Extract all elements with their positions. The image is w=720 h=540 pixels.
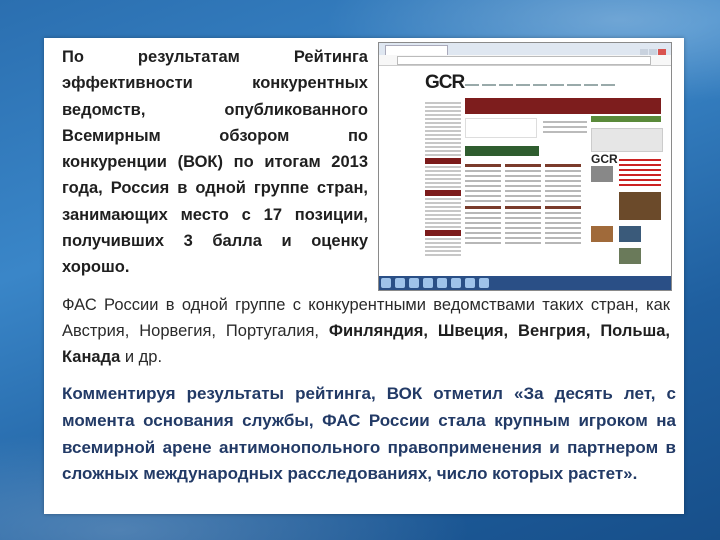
- ad-banner: [465, 118, 537, 138]
- browser-tabbar: [379, 43, 671, 57]
- address-field: [397, 56, 651, 65]
- right-image: [591, 128, 663, 152]
- article-column-1: [465, 160, 501, 247]
- thumbnail-image: [591, 166, 613, 182]
- top-navigation: [465, 73, 661, 86]
- thumbnail-image: [619, 226, 641, 242]
- taskbar-app-icon: [409, 278, 419, 288]
- paragraph-comment: Комментируя результаты рейтинга, ВОК отм…: [62, 384, 676, 484]
- article-column-3: [545, 160, 581, 247]
- taskbar-app-icon: [479, 278, 489, 288]
- right-photo: [619, 192, 661, 220]
- lead-paragraph: По результатам Рейтинга эффективности ко…: [62, 48, 368, 277]
- left-navigation: [425, 100, 461, 258]
- start-icon: [381, 278, 391, 288]
- article-headline: [465, 146, 539, 156]
- gcr-webpage: GCR GCR: [379, 66, 671, 276]
- browser-address-bar: [379, 55, 671, 66]
- green-bar: [591, 116, 661, 122]
- thumbnail-image: [619, 248, 641, 264]
- gcr-website-screenshot: GCR GCR: [378, 42, 672, 291]
- windows-taskbar: [379, 276, 671, 290]
- taskbar-app-icon: [451, 278, 461, 288]
- taskbar-app-icon: [465, 278, 475, 288]
- gcr-mini-logo: GCR: [591, 152, 618, 166]
- taskbar-app-icon: [423, 278, 433, 288]
- taskbar-app-icon: [437, 278, 447, 288]
- article-column-2: [505, 160, 541, 247]
- slide-content-panel: По результатам Рейтинга эффективности ко…: [44, 38, 684, 514]
- thumbnail-image: [591, 226, 613, 242]
- taskbar-app-icon: [395, 278, 405, 288]
- gcr-logo: GCR: [425, 72, 465, 93]
- paragraph-countries: ФАС России в одной группе с конкурентным…: [62, 296, 670, 366]
- red-banner: [465, 98, 661, 114]
- window-controls: [639, 44, 669, 57]
- right-list: [619, 156, 661, 189]
- banner-text: [543, 118, 587, 136]
